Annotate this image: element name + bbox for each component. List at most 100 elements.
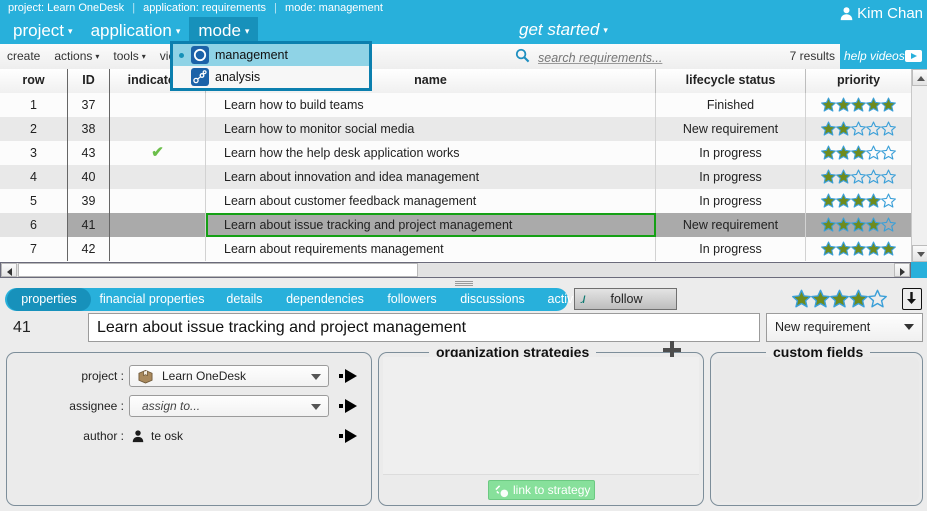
column-header-priority[interactable]: priority — [806, 69, 911, 93]
tab-followers[interactable]: followers — [374, 288, 450, 311]
cell-priority[interactable] — [806, 213, 911, 237]
assignee-select[interactable]: assign to... — [129, 395, 329, 417]
column-header-id[interactable]: ID — [68, 69, 110, 93]
star-icon — [811, 289, 830, 308]
toolbar-tools-menu[interactable]: tools ▾ — [106, 44, 152, 69]
get-started-menu[interactable]: get started ▾ — [519, 17, 608, 44]
goto-project-button[interactable] — [339, 367, 361, 385]
cell-indicators — [110, 93, 206, 117]
author-field-label: author : — [83, 429, 124, 443]
link-icon — [495, 485, 509, 498]
mode-option-analysis[interactable]: analysis — [173, 66, 369, 88]
tab-details[interactable]: details — [213, 288, 276, 311]
star-icon — [866, 121, 881, 136]
download-button[interactable] — [902, 288, 922, 310]
triangle-down-icon — [917, 252, 925, 257]
project-select[interactable]: Learn OneDesk — [129, 365, 329, 387]
star-icon — [836, 241, 851, 256]
tab-discussions[interactable]: discussions — [450, 288, 535, 311]
toolbar-actions-menu[interactable]: actions ▾ — [47, 44, 106, 69]
management-mode-icon — [191, 46, 209, 64]
tab-label: details — [226, 292, 263, 306]
menu-item-project[interactable]: project ▾ — [4, 17, 82, 44]
table-vertical-scrollbar[interactable] — [911, 69, 927, 262]
detail-rating-stars[interactable] — [792, 289, 887, 308]
horizontal-scroll-thumb[interactable] — [18, 263, 418, 277]
column-header-lifecycle-status[interactable]: lifecycle status — [656, 69, 806, 93]
menu-item-mode[interactable]: mode ▾ — [189, 17, 259, 44]
breadcrumb-separator-2: | — [274, 2, 277, 14]
toolbar-actions-label: actions — [54, 49, 93, 63]
star-icon — [881, 241, 896, 256]
scroll-down-button[interactable] — [912, 245, 927, 262]
cell-priority[interactable] — [806, 237, 911, 261]
cell-row-number: 3 — [0, 141, 68, 165]
goto-author-button[interactable] — [339, 427, 361, 445]
detail-title-input[interactable] — [89, 314, 759, 341]
scroll-right-button[interactable] — [894, 263, 910, 277]
follow-button[interactable]: ɹ follow — [574, 288, 677, 310]
cell-priority[interactable] — [806, 165, 911, 189]
project-field-label: project : — [81, 369, 124, 383]
cell-priority[interactable] — [806, 189, 911, 213]
cell-row-number: 1 — [0, 93, 68, 117]
user-menu[interactable]: Kim Chan — [839, 3, 923, 25]
tab-properties[interactable]: properties — [7, 288, 91, 311]
detail-tab-bar: properties financial properties details dep… — [0, 288, 927, 313]
table-row[interactable]: 5 39 Learn about customer feedback managem… — [0, 189, 911, 213]
cell-priority[interactable] — [806, 117, 911, 141]
tab-financial-properties[interactable]: financial properties — [91, 288, 213, 311]
cell-id: 39 — [68, 189, 110, 213]
scroll-up-button[interactable] — [912, 69, 927, 86]
user-name: Kim Chan — [857, 5, 923, 22]
cell-priority[interactable] — [806, 93, 911, 117]
panel-splitter[interactable] — [0, 279, 927, 288]
star-icon — [821, 193, 836, 208]
table-row[interactable]: 7 42 Learn about requirements management In… — [0, 237, 911, 261]
star-icon — [821, 97, 836, 112]
tab-dependencies[interactable]: dependencies — [276, 288, 374, 311]
star-icon — [821, 217, 836, 232]
goto-assignee-button[interactable] — [339, 397, 361, 415]
onedesk-app-window: project: Learn OneDesk | application: re… — [0, 0, 927, 511]
link-to-strategy-button[interactable]: link to strategy — [488, 480, 595, 500]
cell-row-number: 5 — [0, 189, 68, 213]
star-icon — [866, 217, 881, 232]
table-row[interactable]: 4 40 Learn about innovation and idea manag… — [0, 165, 911, 189]
star-icon — [836, 169, 851, 184]
cell-name: Learn about requirements management — [206, 237, 656, 261]
help-videos-button[interactable]: help videos — [840, 44, 927, 69]
breadcrumb-project: project: Learn OneDesk — [8, 2, 125, 14]
results-count: 7 results — [789, 49, 835, 63]
column-header-row[interactable]: row — [0, 69, 68, 93]
table-row[interactable]: 3 43 ✔ Learn how the help desk application … — [0, 141, 911, 165]
cell-indicators — [110, 237, 206, 261]
lifecycle-status-value: New requirement — [775, 320, 871, 334]
table-horizontal-scrollbar[interactable] — [0, 262, 911, 278]
star-icon — [821, 241, 836, 256]
table-row[interactable]: 1 37 Learn how to build teams Finished — [0, 93, 911, 117]
triangle-left-icon — [7, 268, 12, 276]
get-started-label: get started — [519, 20, 600, 39]
goto-arrow-icon — [345, 369, 357, 383]
cell-row-number: 6 — [0, 213, 68, 237]
star-icon — [851, 241, 866, 256]
star-icon — [866, 241, 881, 256]
mode-option-management[interactable]: management — [173, 44, 369, 66]
star-icon — [792, 289, 811, 308]
toolbar-create-button[interactable]: create — [0, 44, 47, 69]
row-selection-outline — [206, 213, 656, 237]
cell-indicators — [110, 117, 206, 141]
cell-row-number: 2 — [0, 117, 68, 141]
cell-priority[interactable] — [806, 141, 911, 165]
star-icon — [866, 145, 881, 160]
table-row[interactable]: 2 38 Learn how to monitor social media New … — [0, 117, 911, 141]
table-row[interactable]: 6 41 Learn about issue tracking and projec… — [0, 213, 911, 237]
table-body: 1 37 Learn how to build teams Finished 2 38 Le… — [0, 93, 911, 262]
search-input[interactable] — [536, 47, 790, 68]
project-box-icon — [138, 369, 153, 384]
menu-item-application[interactable]: application ▾ — [82, 17, 190, 44]
lifecycle-status-select[interactable]: New requirement — [766, 313, 923, 342]
scroll-left-button[interactable] — [1, 263, 17, 277]
help-videos-label: help videos — [844, 49, 905, 63]
